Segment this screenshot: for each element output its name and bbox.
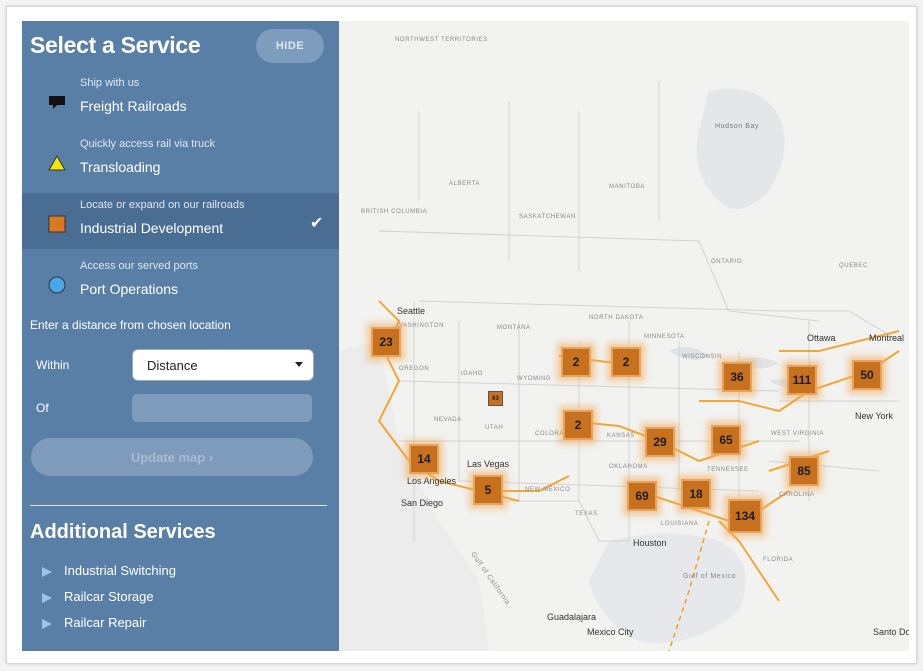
label-northwest-territories: NORTHWEST TERRITORIES	[395, 37, 488, 43]
city-las-vegas: Las Vegas	[467, 459, 510, 469]
city-los-angeles: Los Angeles	[407, 476, 457, 486]
label-alberta: ALBERTA	[449, 181, 480, 187]
cluster-marker[interactable]: 85	[789, 456, 819, 486]
cluster-marker[interactable]: 2	[561, 347, 591, 377]
service-freight-railroads[interactable]: Ship with us Freight Railroads	[22, 71, 339, 127]
service-label: Transloading	[80, 159, 161, 175]
label-oklahoma: OKLAHOMA	[609, 464, 648, 470]
label-washington: WASHINGTON	[397, 323, 445, 329]
city-santo-domingo: Santo Domingo	[873, 627, 909, 637]
hide-button[interactable]: HIDE	[256, 29, 324, 63]
distance-select[interactable]: Distance	[132, 349, 314, 381]
rail-map[interactable]: NORTHWEST TERRITORIES Hudson Bay ALBERTA…	[339, 21, 909, 651]
city-san-diego: San Diego	[401, 498, 444, 508]
service-subtitle: Quickly access rail via truck	[80, 138, 216, 150]
chat-bubble-icon	[49, 96, 65, 109]
additional-item-industrial-switching[interactable]: Industrial Switching	[42, 563, 176, 578]
city-new-york: New York	[855, 411, 894, 421]
cluster-marker[interactable]: 36	[722, 362, 752, 392]
label-gulf-of-mexico: Gulf of Mexico	[683, 573, 737, 580]
label-oregon: OREGON	[399, 366, 430, 372]
of-label: Of	[36, 401, 49, 415]
arrow-icon	[42, 592, 52, 603]
caret-down-icon	[295, 362, 303, 367]
label-wisconsin: WISCONSIN	[682, 354, 723, 360]
label-new-mexico: NEW MEXICO	[525, 487, 571, 493]
additional-item-label: Railcar Storage	[64, 589, 154, 604]
square-icon	[48, 215, 66, 233]
small-marker[interactable]: 63	[488, 391, 503, 406]
label-idaho: IDAHO	[461, 371, 484, 377]
service-transloading[interactable]: Quickly access rail via truck Transloadi…	[22, 132, 339, 188]
cluster-marker[interactable]: 134	[728, 499, 762, 533]
label-louisiana: LOUISIANA	[661, 521, 699, 527]
service-subtitle: Access our served ports	[80, 260, 198, 272]
service-panel: Select a Service HIDE Ship with us Freig…	[22, 21, 339, 651]
additional-item-label: Industrial Switching	[64, 563, 176, 578]
label-british-columbia: BRITISH COLUMBIA	[361, 209, 428, 215]
within-label: Within	[36, 358, 70, 372]
city-ottawa: Ottawa	[807, 333, 836, 343]
divider	[30, 505, 327, 506]
service-port-operations[interactable]: Access our served ports Port Operations	[22, 254, 339, 310]
cluster-marker[interactable]: 29	[645, 427, 675, 457]
additional-services-title: Additional Services	[30, 521, 216, 543]
service-industrial-development[interactable]: Locate or expand on our railroads Indust…	[22, 193, 339, 249]
circle-icon	[48, 276, 66, 294]
label-manitoba: MANITOBA	[609, 184, 646, 190]
city-montreal: Montreal	[869, 333, 905, 343]
cluster-marker[interactable]: 50	[852, 360, 882, 390]
distance-select-value: Distance	[147, 358, 198, 373]
cluster-marker[interactable]: 18	[681, 479, 711, 509]
label-utah: UTAH	[485, 425, 504, 431]
additional-item-label: Railcar Repair	[64, 615, 147, 630]
checkmark-icon: ✔	[310, 215, 324, 232]
label-minnesota: MINNESOTA	[644, 334, 685, 340]
label-carolina: CAROLINA	[779, 492, 815, 498]
city-seattle: Seattle	[397, 306, 426, 316]
triangle-icon	[48, 154, 66, 171]
additional-item-railcar-storage[interactable]: Railcar Storage	[42, 589, 154, 604]
city-guadalajara: Guadalajara	[547, 612, 597, 622]
cluster-marker[interactable]: 2	[563, 410, 593, 440]
label-saskatchewan: SASKATCHEWAN	[519, 214, 576, 220]
service-subtitle: Ship with us	[80, 77, 140, 89]
cluster-marker[interactable]: 5	[473, 475, 503, 505]
label-wyoming: WYOMING	[517, 376, 552, 382]
update-map-button[interactable]: Update map ›	[31, 438, 313, 476]
arrow-icon	[42, 618, 52, 629]
label-nevada: NEVADA	[434, 417, 462, 423]
cluster-marker[interactable]: 65	[711, 425, 741, 455]
service-label: Freight Railroads	[80, 98, 187, 114]
arrow-icon	[42, 566, 52, 577]
location-input[interactable]	[132, 394, 312, 422]
distance-prompt: Enter a distance from chosen location	[30, 318, 231, 332]
city-mexico-city: Mexico City	[587, 627, 634, 637]
cluster-marker[interactable]: 23	[371, 327, 401, 357]
label-texas: TEXAS	[575, 511, 598, 517]
cluster-marker[interactable]: 111	[787, 365, 817, 395]
label-kansas: KANSAS	[607, 433, 635, 439]
label-florida: FLORIDA	[763, 557, 794, 563]
cluster-marker[interactable]: 69	[627, 481, 657, 511]
cluster-marker[interactable]: 2	[611, 347, 641, 377]
label-hudson-bay: Hudson Bay	[715, 123, 760, 130]
service-label: Port Operations	[80, 281, 179, 297]
label-ontario: ONTARIO	[711, 259, 743, 265]
label-tennessee: TENNESSEE	[707, 467, 749, 473]
label-west-virginia: WEST VIRGINIA	[771, 431, 825, 437]
service-label: Industrial Development	[80, 220, 224, 236]
service-subtitle: Locate or expand on our railroads	[80, 199, 245, 211]
city-houston: Houston	[633, 538, 667, 548]
panel-title: Select a Service	[30, 32, 201, 58]
cluster-marker[interactable]: 14	[409, 444, 439, 474]
label-north-dakota: NORTH DAKOTA	[589, 315, 644, 321]
additional-item-railcar-repair[interactable]: Railcar Repair	[42, 615, 146, 630]
label-quebec: QUEBEC	[839, 263, 868, 269]
label-montana: MONTANA	[497, 325, 531, 331]
